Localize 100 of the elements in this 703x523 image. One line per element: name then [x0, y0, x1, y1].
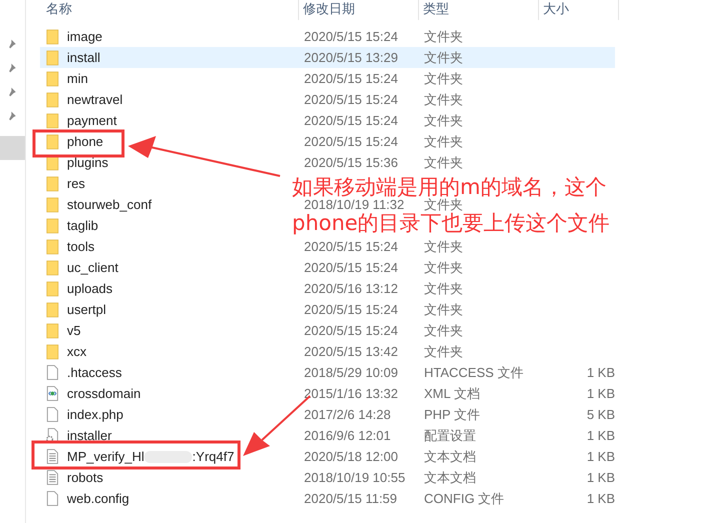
file-name[interactable]: v5 [67, 323, 81, 338]
column-header[interactable]: 类型 [419, 0, 539, 20]
date-cell: 2015/1/16 13:32 [304, 386, 398, 401]
xml-file-icon [46, 385, 59, 402]
file-name[interactable]: crossdomain [67, 386, 141, 401]
folder-icon [46, 175, 59, 192]
size-cell: 1 KB [586, 386, 615, 401]
type-cell: 文件夹 [424, 50, 463, 65]
file-name[interactable]: res [67, 176, 86, 191]
file-name[interactable]: uploads [67, 281, 113, 296]
size-cell: 1 KB [586, 491, 615, 506]
type-cell: 文件夹 [424, 71, 463, 86]
type-cell: 文件夹 [424, 239, 463, 254]
file-name[interactable]: xcx [67, 344, 86, 359]
folder-icon [46, 280, 59, 297]
date-cell: 2020/5/15 15:24 [304, 134, 398, 149]
pin-icon [7, 86, 18, 98]
date-cell: 2020/5/15 15:24 [304, 239, 398, 254]
folder-icon [46, 259, 59, 276]
date-cell: 2020/5/15 11:59 [304, 491, 398, 506]
type-cell: 文件夹 [424, 92, 463, 107]
type-cell: 文件夹 [424, 29, 463, 44]
type-cell: CONFIG 文件 [424, 491, 504, 506]
type-cell: 文件夹 [424, 302, 463, 317]
file-name[interactable]: robots [67, 470, 104, 485]
type-cell: 文件夹 [424, 155, 463, 170]
date-cell: 2020/5/16 13:12 [304, 281, 398, 296]
type-cell: 文件夹 [424, 113, 463, 128]
size-cell: 1 KB [586, 365, 615, 380]
file-name[interactable]: :Yrq4f7 [192, 449, 234, 464]
folder-icon [46, 217, 59, 234]
text-file-icon [46, 448, 59, 465]
folder-icon [46, 238, 59, 255]
date-cell: 2016/9/6 12:01 [304, 428, 391, 443]
file-name[interactable]: phone [67, 134, 104, 149]
column-header[interactable]: 大小 [539, 0, 619, 20]
date-cell: 2020/5/15 15:24 [304, 29, 398, 44]
folder-icon [46, 133, 59, 150]
size-cell: 1 KB [586, 449, 615, 464]
folder-icon [46, 112, 59, 129]
pin-icon [7, 110, 18, 122]
type-cell: HTACCESS 文件 [424, 365, 524, 380]
folder-icon [46, 301, 59, 318]
file-name[interactable]: uc_client [67, 260, 118, 275]
file-name[interactable]: taglib [67, 218, 98, 233]
type-cell: 文件夹 [424, 197, 463, 212]
file-name[interactable]: plugins [67, 155, 108, 170]
nav-selection [0, 136, 25, 160]
type-cell: 文本文档 [424, 470, 476, 485]
pin-icon [7, 38, 18, 50]
date-cell: 2020/5/15 13:29 [304, 50, 398, 65]
folder-icon [46, 91, 59, 108]
folder-icon [46, 196, 59, 213]
type-cell: 文件夹 [424, 134, 463, 149]
file-icon [46, 490, 59, 507]
size-cell: 1 KB [586, 428, 615, 443]
type-cell: 文件夹 [424, 323, 463, 338]
date-cell: 2020/5/18 12:00 [304, 449, 398, 464]
date-cell: 2020/5/15 15:24 [304, 323, 398, 338]
folder-icon [46, 49, 59, 66]
file-name[interactable]: .htaccess [67, 365, 122, 380]
date-cell: 2018/10/19 10:55 [304, 470, 406, 485]
type-cell: 文件夹 [424, 260, 463, 275]
date-cell: 2020/5/15 13:42 [304, 344, 398, 359]
file-name[interactable]: min [67, 71, 88, 86]
type-cell: 文件夹 [424, 344, 463, 359]
file-name[interactable]: installer [67, 428, 112, 443]
file-name[interactable]: install [67, 50, 100, 65]
type-cell: PHP 文件 [424, 407, 480, 422]
date-cell: 2018/10/19 11:32 [304, 197, 404, 212]
date-cell: 2020/5/15 15:24 [304, 260, 398, 275]
pin-icon [7, 62, 18, 74]
file-name[interactable]: tools [67, 239, 94, 254]
folder-icon [46, 343, 59, 360]
column-header[interactable]: 修改日期 [299, 0, 419, 20]
folder-icon [46, 322, 59, 339]
file-icon [46, 406, 59, 423]
file-icon [46, 364, 59, 381]
date-cell: 2018/5/29 10:09 [304, 365, 398, 380]
file-name[interactable]: MP_verify_Hl [67, 449, 144, 464]
date-cell: 2020/5/15 15:24 [304, 71, 398, 86]
type-cell: 文本文档 [424, 449, 476, 464]
file-name[interactable]: web.config [67, 491, 130, 506]
file-name[interactable]: stourweb_conf [67, 197, 152, 212]
column-header[interactable]: 名称 [42, 0, 299, 20]
file-name[interactable]: image [67, 29, 102, 44]
file-name[interactable]: newtravel [67, 92, 123, 107]
file-name[interactable]: usertpl [67, 302, 106, 317]
type-cell: 配置设置 [424, 428, 476, 443]
file-name[interactable]: index.php [67, 407, 124, 422]
date-cell: 2020/5/15 15:24 [304, 302, 398, 317]
size-cell: 1 KB [586, 470, 615, 485]
date-cell: 2020/5/15 15:36 [304, 155, 398, 170]
annotation-text: 如果移动端是用的m的域名，这个 [292, 177, 606, 198]
text-file-icon [46, 469, 59, 486]
date-cell: 2020/5/15 15:24 [304, 113, 398, 128]
hovered-row[interactable]: install 2020/5/15 13:29 文件夹 [40, 47, 615, 68]
folder-icon [46, 70, 59, 87]
date-cell: 2017/2/6 14:28 [304, 407, 391, 422]
file-name[interactable]: payment [67, 113, 117, 128]
